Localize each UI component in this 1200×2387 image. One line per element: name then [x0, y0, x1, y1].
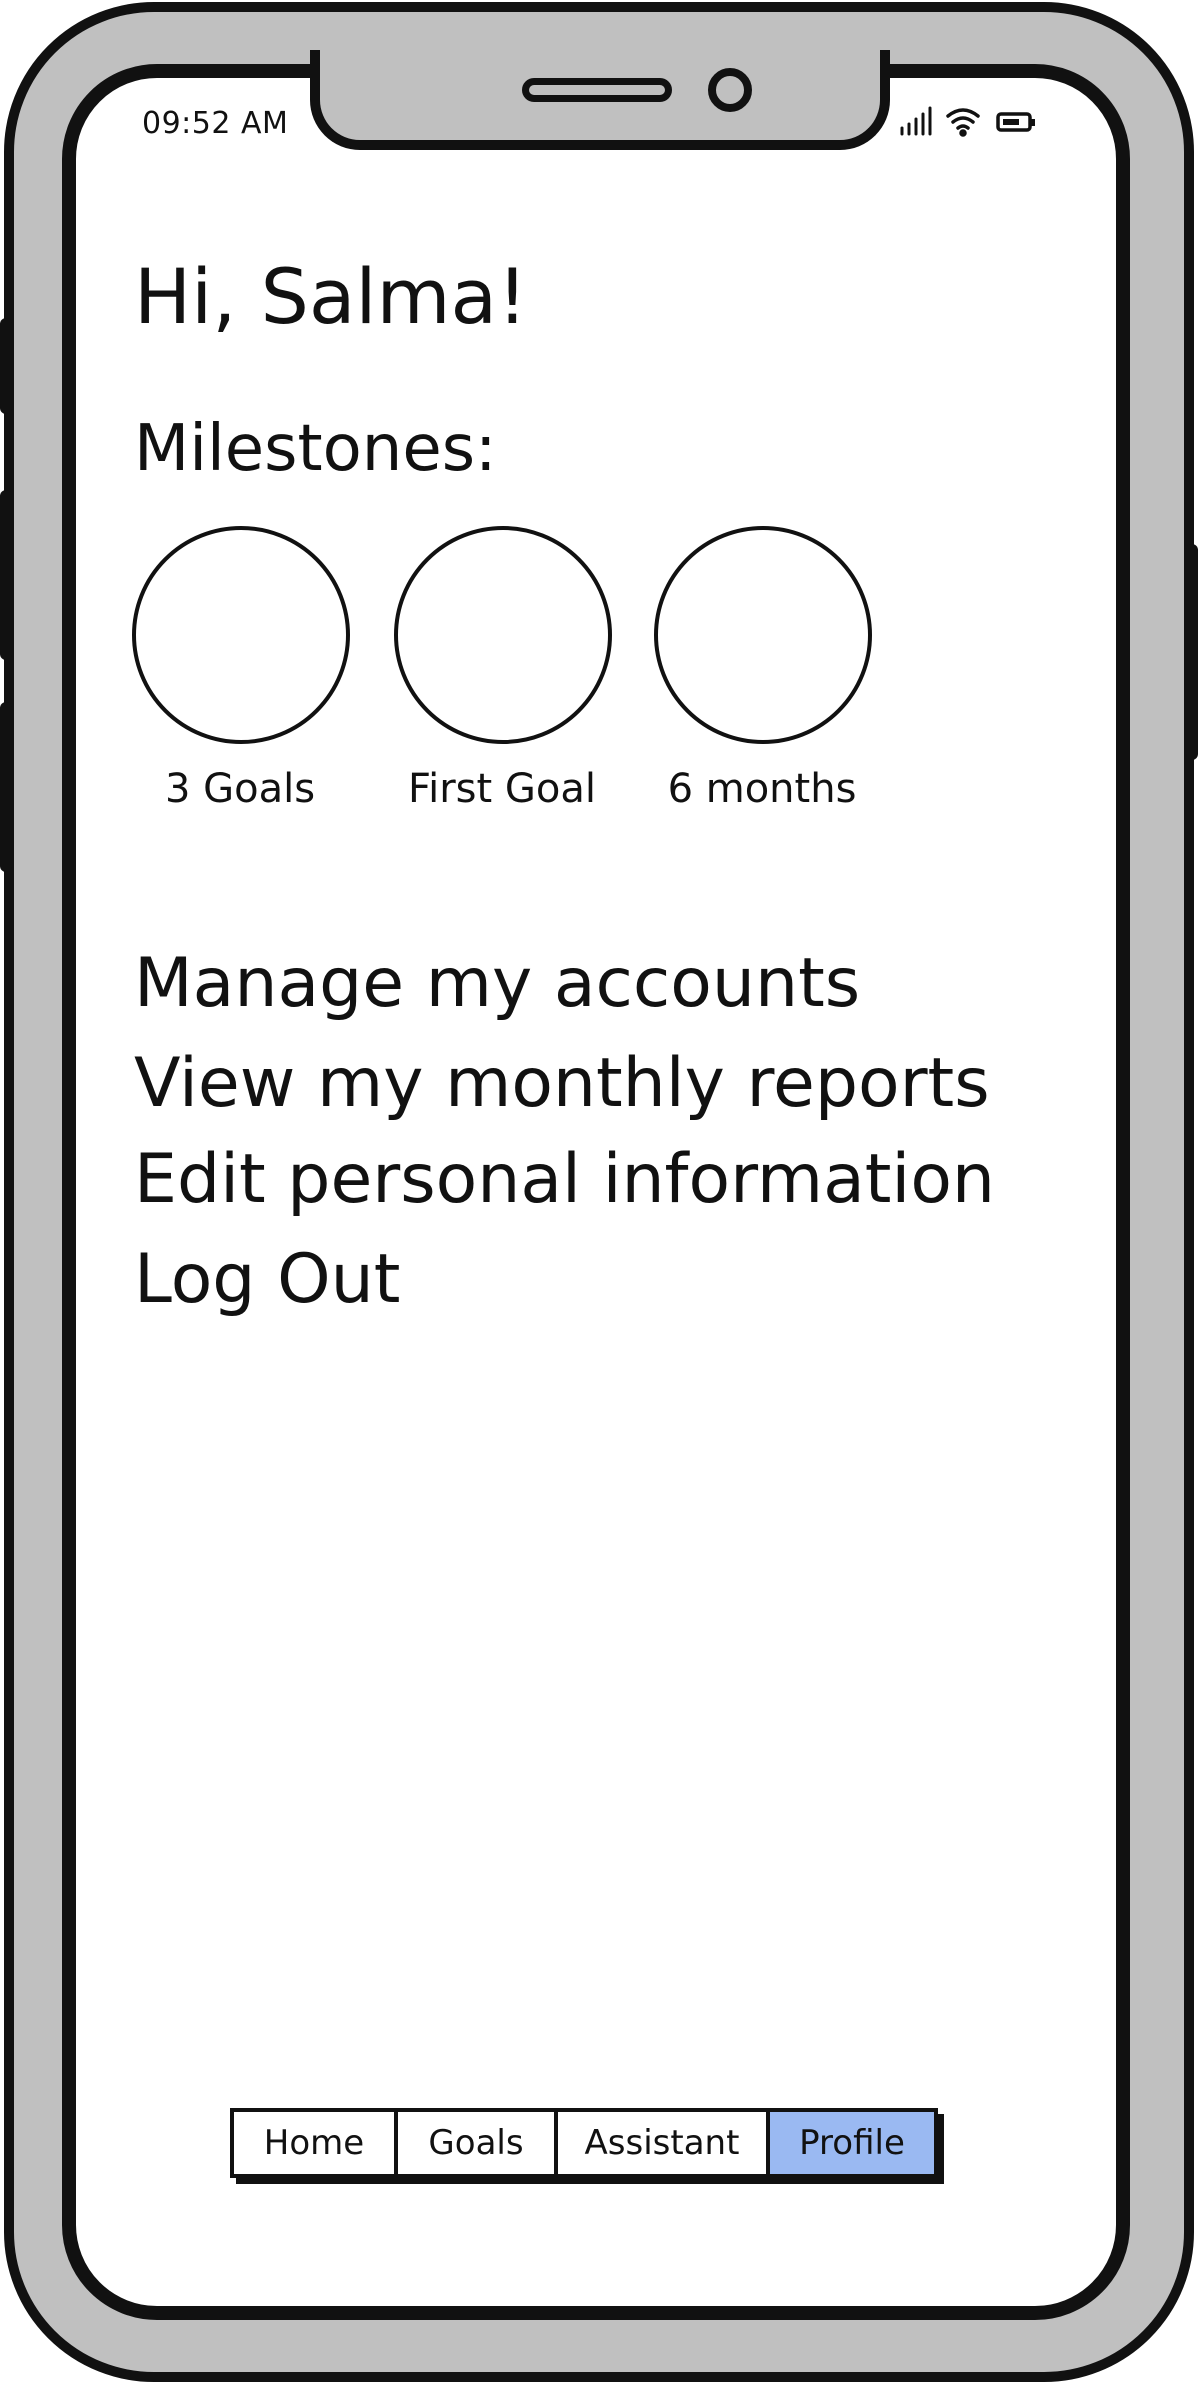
bottom-tab-bar: Home Goals Assistant Profile — [230, 2108, 938, 2178]
milestone-badge[interactable]: 6 months — [654, 526, 872, 812]
camera-icon — [708, 68, 752, 112]
tab-home[interactable]: Home — [234, 2112, 398, 2174]
milestone-circle — [132, 526, 350, 744]
signal-icon — [900, 106, 932, 136]
status-time: 09:52 AM — [142, 106, 289, 141]
battery-icon — [996, 112, 1035, 132]
tab-goals[interactable]: Goals — [398, 2112, 558, 2174]
greeting-heading: Hi, Salma! — [134, 252, 528, 341]
milestone-label: First Goal — [408, 766, 596, 812]
edit-personal-info-link[interactable]: Edit personal information — [134, 1140, 995, 1219]
power-button — [1186, 544, 1198, 760]
milestone-label: 3 Goals — [164, 766, 316, 812]
milestone-badge[interactable]: First Goal — [394, 526, 612, 812]
milestone-badge[interactable]: 3 Goals — [132, 526, 350, 812]
wifi-icon — [946, 108, 980, 137]
volume-down-button — [0, 702, 12, 872]
milestone-circle — [394, 526, 612, 744]
status-icons-svg — [900, 106, 1035, 137]
manage-accounts-link[interactable]: Manage my accounts — [134, 944, 860, 1023]
volume-up-button — [0, 490, 12, 660]
silent-switch — [0, 318, 12, 414]
speaker-icon — [522, 78, 672, 102]
tab-profile[interactable]: Profile — [770, 2112, 934, 2174]
status-icons — [898, 100, 1058, 140]
log-out-link[interactable]: Log Out — [134, 1240, 400, 1319]
milestone-circle — [654, 526, 872, 744]
monthly-reports-link[interactable]: View my monthly reports — [134, 1044, 990, 1123]
milestones-title: Milestones: — [134, 412, 497, 486]
tab-assistant[interactable]: Assistant — [558, 2112, 770, 2174]
milestone-label: 6 months — [667, 766, 857, 812]
